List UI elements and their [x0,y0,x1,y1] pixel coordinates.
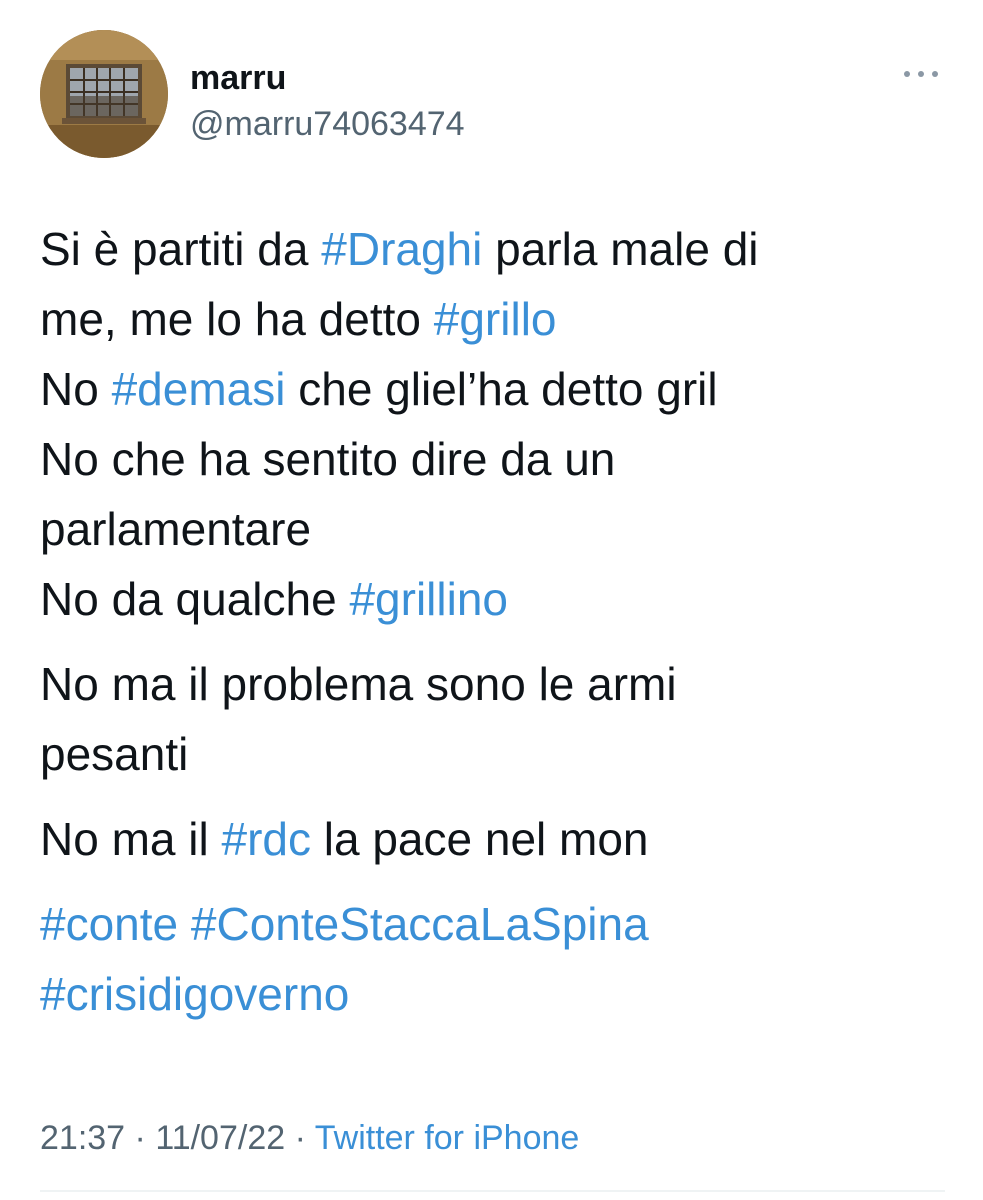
display-name[interactable]: marru [190,58,465,98]
user-names: marru @marru74063474 [190,58,465,146]
tweet-text-segment: No ma il [40,813,222,865]
tweet-header: marru @marru74063474 [40,30,945,162]
hashtag-link[interactable]: #conte [40,898,178,950]
tweet-source-link[interactable]: Twitter for iPhone [315,1119,580,1157]
tweet-text-segment: la pace nel mon [310,813,649,865]
tweet-date[interactable]: 11/07/22 [155,1119,285,1157]
divider [40,1190,945,1192]
tweet-text-line: No che ha sentito dire da un [40,424,920,494]
more-options-button[interactable] [901,64,941,84]
hashtag-link[interactable]: #rdc [221,813,310,865]
tweet-text-line: No da qualche #grillino [40,564,920,634]
hashtag-link[interactable]: #ConteStaccaLaSpina [191,898,649,950]
hashtag-link[interactable]: #grillino [349,573,508,625]
tweet-text-line: parlamentare [40,494,920,564]
hashtag-link[interactable]: #grillo [434,293,557,345]
tweet-text-line: Si è partiti da #Draghi parla male di [40,214,920,284]
tweet-text-line: No ma il #rdc la pace nel mon [40,804,920,874]
user-handle[interactable]: @marru74063474 [190,102,465,146]
tweet-text-segment: pesanti [40,728,189,780]
tweet-time[interactable]: 21:37 [40,1119,125,1157]
tweet-text-segment: No ma il problema sono le armi [40,658,677,710]
hashtag-link[interactable]: #Draghi [321,223,482,275]
tweet-text-segment [178,898,191,950]
tweet-text-segment: parlamentare [40,503,312,555]
meta-separator: · [125,1119,156,1157]
ellipsis-horizontal-icon [904,71,938,77]
tweet-text: Si è partiti da #Draghi parla male di me,… [40,214,920,1029]
tweet-text-segment: parla male di [482,223,759,275]
tweet-meta: 21:37 · 11/07/22 · Twitter for iPhone [40,1118,579,1158]
avatar[interactable] [40,30,168,158]
tweet-text-line: #conte #ConteStaccaLaSpina [40,889,920,959]
tweet-text-line: me, me lo ha detto #grillo [40,284,920,354]
tweet-card: marru @marru74063474 Si è partiti da #Dr… [0,0,983,1200]
tweet-text-segment: No [40,363,112,415]
tweet-text-line: #crisidigoverno [40,959,920,1029]
profile-photo-icon [40,30,168,158]
tweet-text-segment: me, me lo ha detto [40,293,434,345]
tweet-text-line: pesanti [40,719,920,789]
tweet-text-segment: No che ha sentito dire da un [40,433,616,485]
hashtag-link[interactable]: #demasi [112,363,286,415]
meta-separator: · [285,1119,315,1157]
tweet-text-segment: Si è partiti da [40,223,322,275]
tweet-text-line: No ma il problema sono le armi [40,649,920,719]
tweet-text-segment: che gliel’ha detto gril [285,363,718,415]
tweet-text-segment: No da qualche [40,573,350,625]
hashtag-link[interactable]: #crisidigoverno [40,968,349,1020]
tweet-text-line: No #demasi che gliel’ha detto gril [40,354,920,424]
